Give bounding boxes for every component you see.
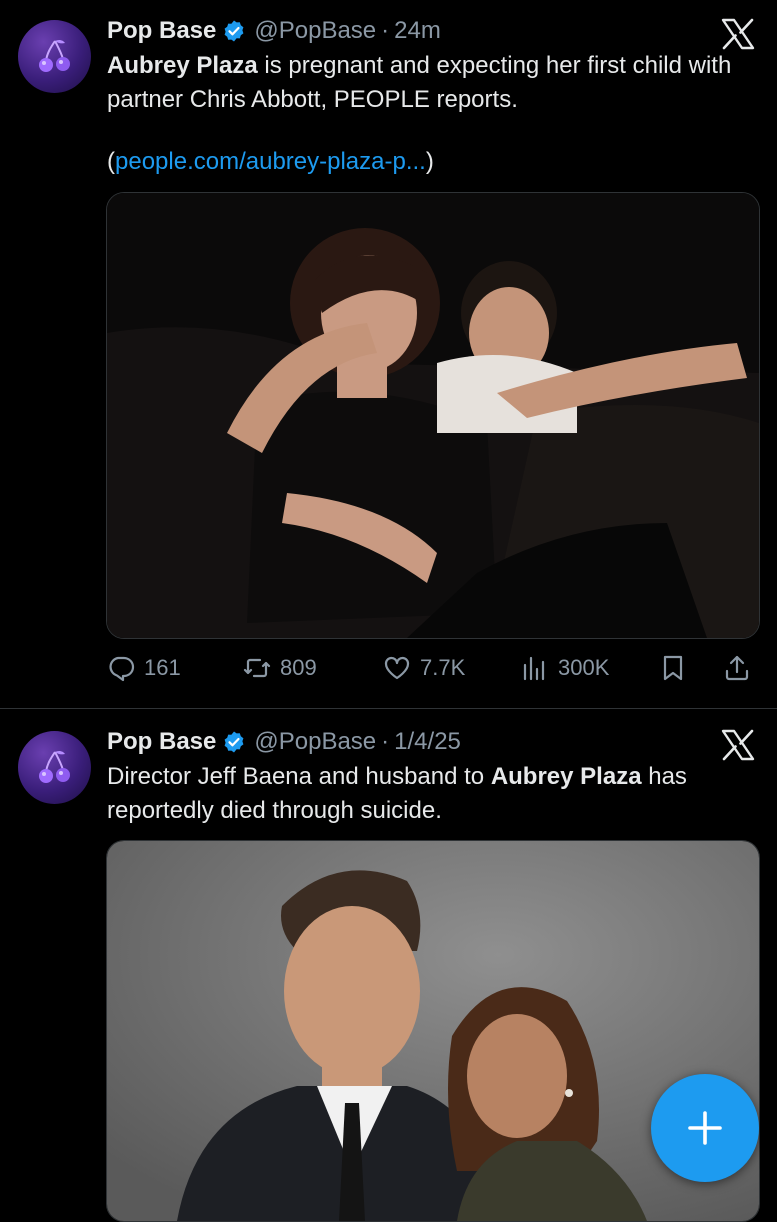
link-paren-close: ) (425, 148, 434, 175)
tweet-photo[interactable] (106, 192, 760, 639)
x-logo-icon (721, 18, 755, 50)
author-handle[interactable]: @PopBase (254, 728, 376, 756)
mention-bold: Aubrey Plaza (490, 763, 642, 790)
author-name[interactable]: Pop Base (107, 17, 216, 45)
verified-badge-icon (224, 731, 244, 753)
compose-button[interactable] (651, 1074, 759, 1182)
timestamp[interactable]: 24m (394, 17, 441, 45)
tweet-header: Pop Base @PopBase · 1/4/25 (107, 726, 461, 758)
author-handle[interactable]: @PopBase (254, 17, 376, 45)
tweet-text: Aubrey Plaza is pregnant and expecting h… (107, 49, 747, 179)
reply-button[interactable]: 161 (106, 648, 181, 688)
couple-photo (107, 841, 759, 1221)
tweet-photo[interactable] (106, 840, 760, 1222)
separator-dot: · (381, 728, 390, 755)
views-icon (523, 656, 545, 681)
tweet-actions: 161 809 7.7K 300K (106, 648, 756, 688)
avatar[interactable] (18, 731, 91, 804)
like-count: 7.7K (420, 655, 466, 680)
x-logo-icon (721, 729, 755, 761)
mention-bold: Aubrey Plaza (107, 52, 258, 79)
share-button[interactable] (722, 648, 760, 688)
tweet-text-part: Director Jeff Baena and husband to (107, 763, 491, 790)
link-paren-open: ( (107, 148, 115, 175)
couple-photo (107, 193, 759, 638)
retweet-icon (243, 658, 271, 678)
tweet-text: Director Jeff Baena and husband to Aubre… (107, 760, 747, 828)
separator-dot: · (381, 17, 390, 44)
plus-icon (688, 1111, 722, 1145)
tweet[interactable]: Pop Base @PopBase · 24m Aubrey Plaza is … (0, 0, 777, 708)
cherry-icon (38, 750, 70, 783)
share-icon (725, 655, 749, 681)
retweet-button[interactable]: 809 (242, 648, 317, 688)
avatar[interactable] (18, 20, 91, 93)
bookmark-icon (663, 655, 683, 681)
author-name[interactable]: Pop Base (107, 728, 216, 756)
like-button[interactable]: 7.7K (382, 648, 465, 688)
retweet-count: 809 (280, 655, 317, 680)
tweet-header: Pop Base @PopBase · 24m (107, 15, 441, 47)
views-button[interactable]: 300K (520, 648, 609, 688)
article-link[interactable]: people.com/aubrey-plaza-p... (115, 148, 426, 175)
reply-count: 161 (144, 655, 181, 680)
cherry-icon (38, 39, 70, 72)
timestamp[interactable]: 1/4/25 (394, 728, 461, 756)
views-count: 300K (558, 655, 610, 680)
bookmark-button[interactable] (658, 648, 696, 688)
heart-icon (384, 656, 410, 680)
verified-badge-icon (224, 20, 244, 42)
reply-icon (109, 656, 135, 682)
